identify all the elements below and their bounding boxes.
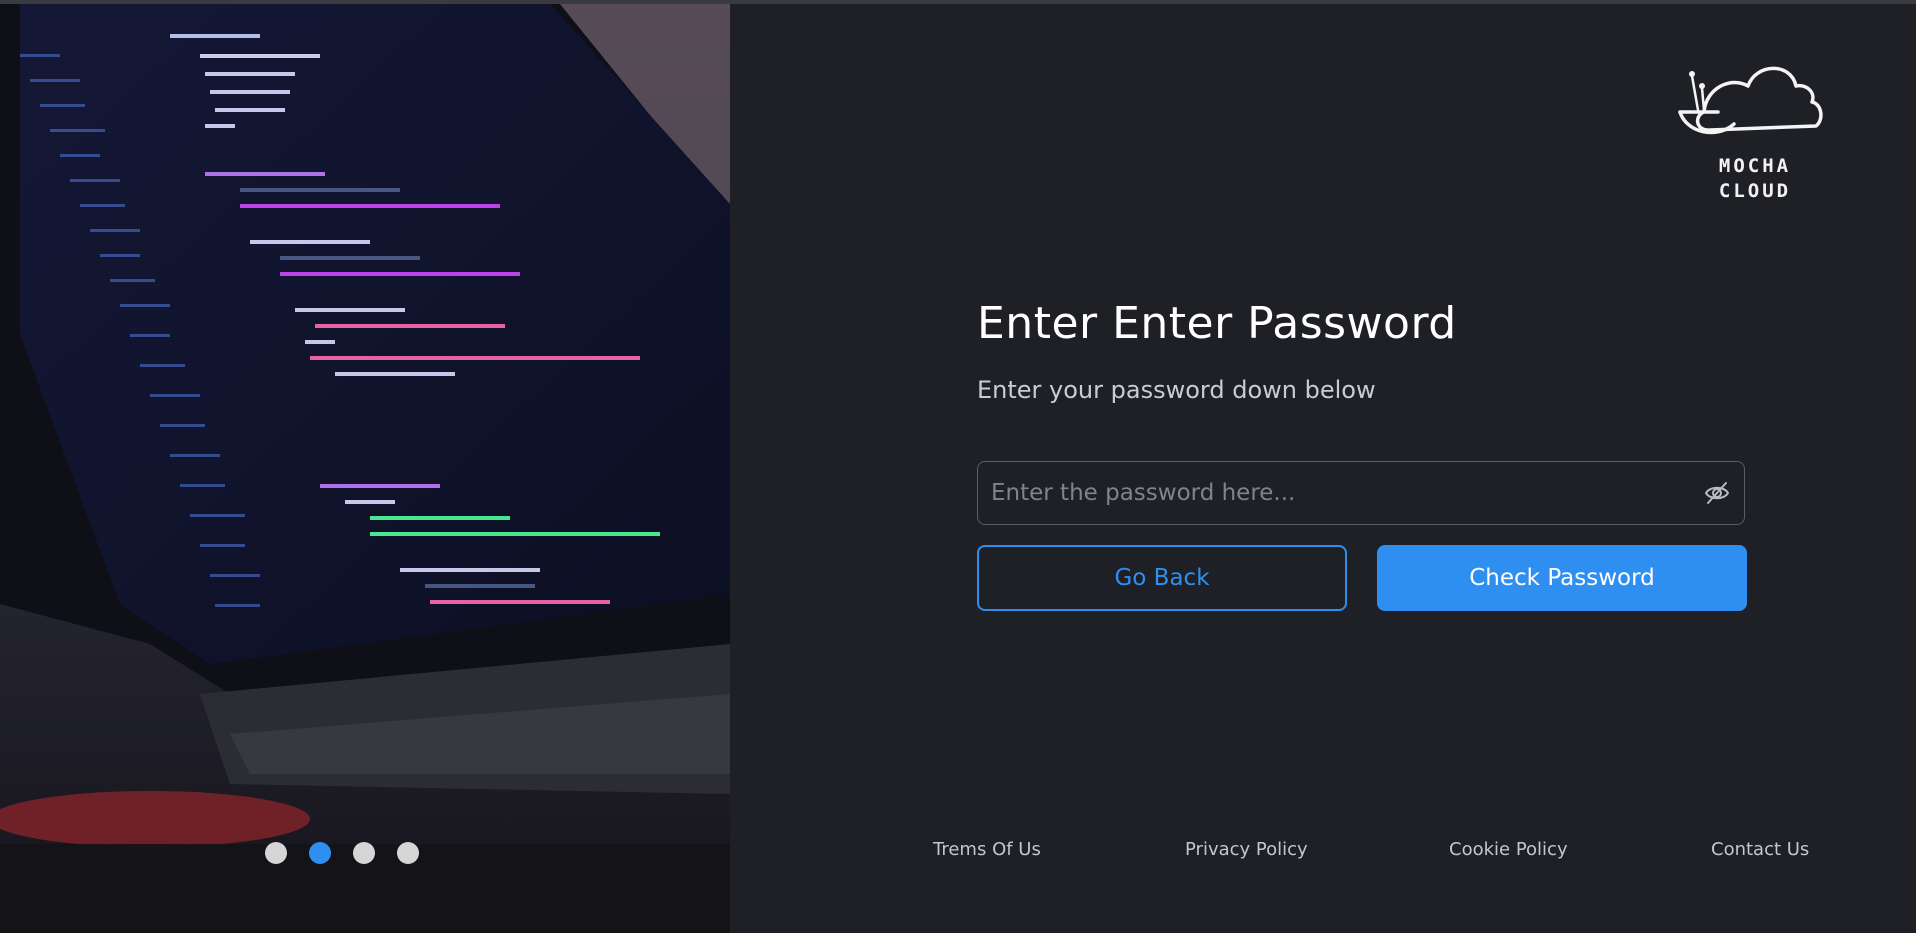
page-title: Enter Enter Password bbox=[977, 298, 1457, 349]
hero-image bbox=[0, 4, 730, 933]
footer-link-contact[interactable]: Contact Us bbox=[1711, 839, 1809, 860]
carousel-dot[interactable] bbox=[397, 842, 419, 864]
footer-link-privacy[interactable]: Privacy Policy bbox=[1185, 839, 1308, 860]
password-field bbox=[977, 461, 1745, 525]
eye-slash-icon[interactable] bbox=[1704, 480, 1730, 506]
brand-name: MOCHA CLOUD bbox=[1676, 154, 1834, 204]
brand-logo: MOCHA CLOUD bbox=[1676, 48, 1826, 208]
go-back-button[interactable]: Go Back bbox=[977, 545, 1347, 611]
check-password-button[interactable]: Check Password bbox=[1377, 545, 1747, 611]
password-input[interactable] bbox=[978, 462, 1691, 524]
cloud-snail-logo-icon bbox=[1678, 66, 1823, 135]
brand-name-line2: CLOUD bbox=[1718, 180, 1792, 202]
footer-link-cookie[interactable]: Cookie Policy bbox=[1449, 839, 1568, 860]
laptop-code-illustration bbox=[0, 4, 730, 933]
carousel-dot[interactable] bbox=[265, 842, 287, 864]
carousel-indicators bbox=[265, 842, 419, 864]
carousel-dot[interactable] bbox=[353, 842, 375, 864]
page-subtitle: Enter your password down below bbox=[977, 376, 1376, 404]
footer-link-terms[interactable]: Trems Of Us bbox=[933, 839, 1041, 860]
carousel-dot-active[interactable] bbox=[309, 842, 331, 864]
brand-name-line1: MOCHA bbox=[1718, 155, 1792, 177]
